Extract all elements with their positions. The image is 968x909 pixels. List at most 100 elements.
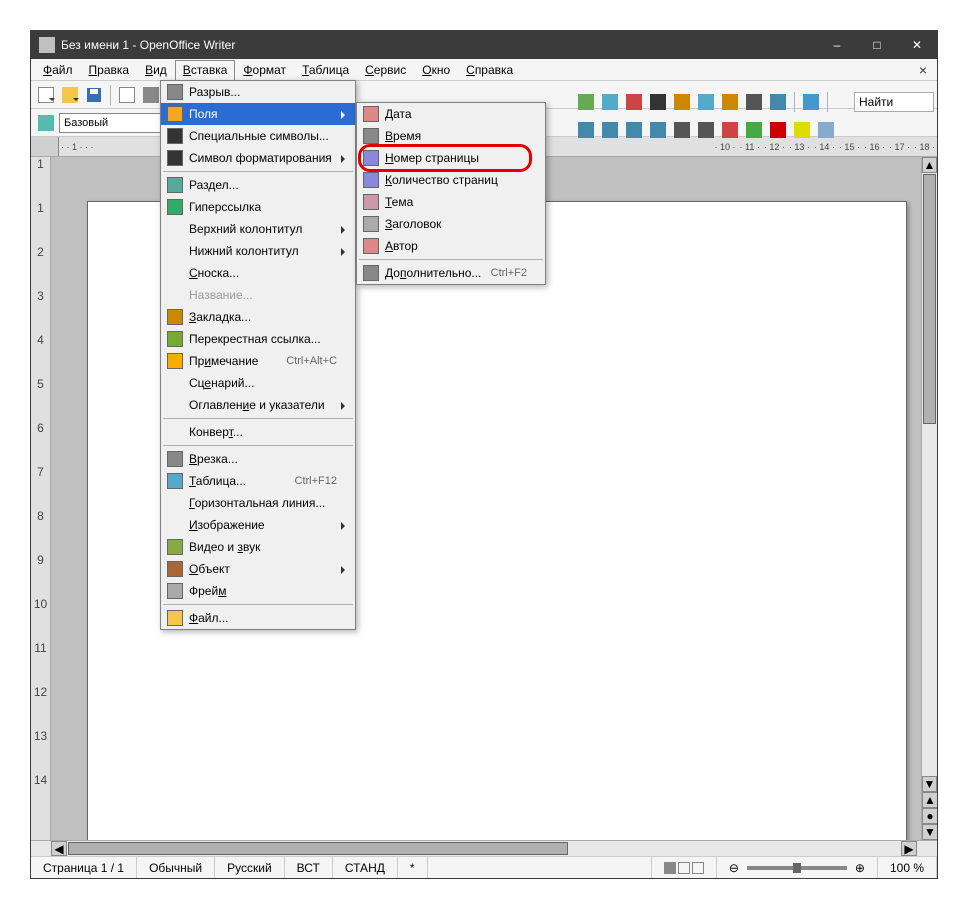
vertical-ruler[interactable]: 11234567891011121314 [31, 157, 51, 840]
menu-item[interactable]: Файл... [161, 607, 355, 629]
scroll-left-button[interactable]: ◀ [51, 841, 67, 856]
open-button[interactable] [59, 84, 81, 106]
menu-item[interactable]: Закладка... [161, 306, 355, 328]
export-pdf-button[interactable] [116, 84, 138, 106]
menu-item[interactable]: Перекрестная ссылка... [161, 328, 355, 350]
status-style[interactable]: Обычный [137, 857, 215, 878]
indent-dec-icon[interactable] [719, 119, 741, 141]
bg-color-icon[interactable] [815, 119, 837, 141]
db-icon[interactable] [575, 91, 597, 113]
menu-item[interactable]: Сценарий... [161, 372, 355, 394]
menu-item[interactable]: Время [357, 125, 545, 147]
menu-item[interactable]: Фрейм [161, 580, 355, 602]
menu-item[interactable]: Специальные символы... [161, 125, 355, 147]
close-button[interactable]: ✕ [897, 31, 937, 59]
status-zoom-slider[interactable]: ⊖⊕ [717, 857, 878, 878]
align-center-icon[interactable] [599, 119, 621, 141]
status-selection[interactable]: СТАНД [333, 857, 398, 878]
align-left-icon[interactable] [575, 119, 597, 141]
menu-item[interactable]: Видео и звук [161, 536, 355, 558]
menu-item[interactable]: Объект [161, 558, 355, 580]
new-doc-button[interactable] [35, 84, 57, 106]
window-title: Без имени 1 - OpenOffice Writer [61, 38, 817, 52]
menu-item[interactable]: Название... [161, 284, 355, 306]
menu-item[interactable]: Дополнительно...Ctrl+F2 [357, 262, 545, 284]
menu-item[interactable]: ПримечаниеCtrl+Alt+C [161, 350, 355, 372]
align-justify-icon[interactable] [647, 119, 669, 141]
status-insert[interactable]: ВСТ [285, 857, 333, 878]
menu-item[interactable]: Поля [161, 103, 355, 125]
menu-item-label: Фрейм [189, 584, 337, 598]
author-icon [361, 238, 381, 254]
menu-справка[interactable]: Справка [458, 60, 521, 80]
menu-окно[interactable]: Окно [414, 60, 458, 80]
menu-item[interactable]: Горизонтальная линия... [161, 492, 355, 514]
menu-item-label: Тема [385, 195, 527, 209]
help-icon[interactable] [800, 91, 822, 113]
binoculars-icon[interactable] [647, 91, 669, 113]
zoom-icon[interactable] [767, 91, 789, 113]
menu-item[interactable]: Автор [357, 235, 545, 257]
align-right-icon[interactable] [623, 119, 645, 141]
status-zoom[interactable]: 100 % [878, 857, 937, 878]
save-button[interactable] [83, 84, 105, 106]
menu-item[interactable]: Таблица...Ctrl+F12 [161, 470, 355, 492]
menu-вид[interactable]: Вид [137, 60, 175, 80]
menu-item[interactable]: Номер страницы [357, 147, 545, 169]
menu-item-label: Перекрестная ссылка... [189, 332, 337, 346]
scroll-thumb[interactable] [923, 174, 936, 424]
horizontal-scrollbar[interactable]: ◀ ▶ [51, 841, 917, 856]
status-view-layout[interactable] [652, 857, 717, 878]
list-bul-icon[interactable] [695, 119, 717, 141]
db3-icon[interactable] [719, 91, 741, 113]
menu-item[interactable]: Количество страниц [357, 169, 545, 191]
menu-вставка[interactable]: Вставка [175, 60, 236, 80]
status-language[interactable]: Русский [215, 857, 285, 878]
indent-inc-icon[interactable] [743, 119, 765, 141]
menu-item[interactable]: Тема [357, 191, 545, 213]
color-icon[interactable] [623, 91, 645, 113]
styles-button[interactable] [35, 112, 57, 134]
highlight-icon[interactable] [791, 119, 813, 141]
db2-icon[interactable] [695, 91, 717, 113]
menu-item[interactable]: Гиперссылка [161, 196, 355, 218]
menu-формат[interactable]: Формат [235, 60, 294, 80]
find-toolbar-input[interactable]: Найти [854, 92, 934, 112]
menu-item[interactable]: Дата [357, 103, 545, 125]
pilcrow-icon[interactable] [743, 91, 765, 113]
table-icon[interactable] [599, 91, 621, 113]
menubar-close-button[interactable]: × [913, 62, 933, 78]
menu-сервис[interactable]: Сервис [357, 60, 414, 80]
status-modified[interactable]: * [398, 857, 428, 878]
menu-item[interactable]: Раздел... [161, 174, 355, 196]
font-color-icon[interactable] [767, 119, 789, 141]
prev-page-button[interactable]: ▲ [922, 792, 937, 808]
scroll-up-button[interactable]: ▲ [922, 157, 937, 173]
menu-item[interactable]: Разрыв... [161, 81, 355, 103]
maximize-button[interactable]: □ [857, 31, 897, 59]
menu-item[interactable]: Изображение [161, 514, 355, 536]
menu-таблица[interactable]: Таблица [294, 60, 357, 80]
menu-item[interactable]: Конверт... [161, 421, 355, 443]
next-page-button[interactable]: ▼ [922, 824, 937, 840]
status-page[interactable]: Страница 1 / 1 [31, 857, 137, 878]
menu-item[interactable]: Заголовок [357, 213, 545, 235]
menu-item[interactable]: Нижний колонтитул [161, 240, 355, 262]
menu-item[interactable]: Сноска... [161, 262, 355, 284]
menu-item[interactable]: Врезка... [161, 448, 355, 470]
scroll-thumb[interactable] [68, 842, 568, 855]
menu-item[interactable]: Символ форматирования [161, 147, 355, 169]
menu-item[interactable]: Оглавление и указатели [161, 394, 355, 416]
menu-item[interactable]: Верхний колонтитул [161, 218, 355, 240]
gallery-icon[interactable] [671, 91, 693, 113]
scroll-right-button[interactable]: ▶ [901, 841, 917, 856]
menu-файл[interactable]: Файл [35, 60, 81, 80]
print-button[interactable] [140, 84, 162, 106]
list-num-icon[interactable] [671, 119, 693, 141]
vertical-scrollbar[interactable]: ▲ ▼ ▲ ● ▼ [921, 157, 937, 840]
nav-button[interactable]: ● [922, 808, 937, 824]
note-icon [165, 353, 185, 369]
minimize-button[interactable]: – [817, 31, 857, 59]
scroll-down-button[interactable]: ▼ [922, 776, 937, 792]
menu-правка[interactable]: Правка [81, 60, 138, 80]
